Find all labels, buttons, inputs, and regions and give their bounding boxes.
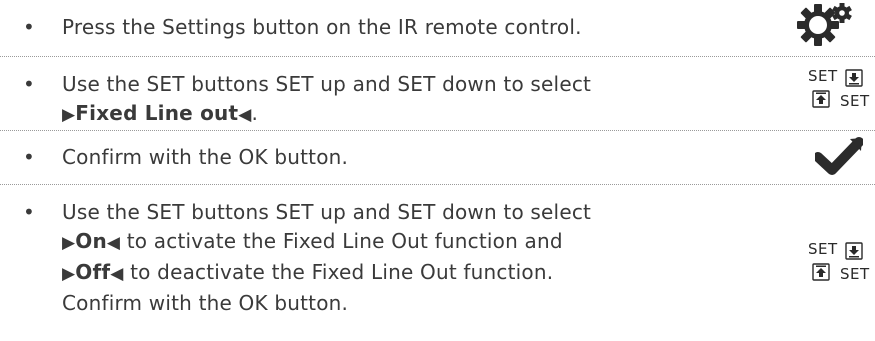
step-text: Confirm with the OK button. [62, 145, 349, 169]
step-2: • Use the SET buttons SET up and SET dow… [0, 57, 875, 130]
step-1: • Press the Settings button on the IR re… [0, 0, 875, 56]
bullet: • [23, 200, 35, 224]
bullet: • [23, 72, 35, 96]
set-label-bottom: SET [840, 92, 870, 110]
set-up-arrow-icon [812, 90, 830, 108]
set-down-arrow-icon [845, 242, 863, 260]
step-4: • Use the SET buttons SET up and SET dow… [0, 185, 875, 341]
instruction-line: to deactivate the Fixed Line Out functio… [123, 260, 554, 284]
step-text: Use the SET buttons SET up and SET down … [62, 198, 622, 318]
bullet: • [23, 145, 35, 169]
step-3: • Confirm with the OK button. [0, 131, 875, 184]
instruction-text: Use the SET buttons SET up and SET down … [62, 72, 592, 96]
step-text: Press the Settings button on the IR remo… [62, 15, 582, 39]
set-label-top: SET [808, 67, 838, 85]
set-down-arrow-icon [845, 69, 863, 87]
set-up-arrow-icon [812, 263, 830, 281]
menu-option-off: ▶Off◀ [62, 260, 124, 284]
step-text: Use the SET buttons SET up and SET down … [62, 72, 592, 125]
instruction-line: Use the SET buttons SET up and SET down … [62, 200, 592, 224]
instruction-line: to activate the Fixed Line Out function … [120, 229, 563, 253]
set-label-bottom: SET [840, 265, 870, 283]
menu-option-on: ▶On◀ [62, 229, 121, 253]
menu-option: ▶Fixed Line out◀ [62, 101, 252, 125]
instruction-line: Confirm with the OK button. [62, 291, 349, 315]
set-label-top: SET [808, 240, 838, 258]
ok-checkmark-icon [815, 137, 863, 175]
settings-gears-icon [797, 3, 852, 46]
bullet: • [23, 15, 35, 39]
